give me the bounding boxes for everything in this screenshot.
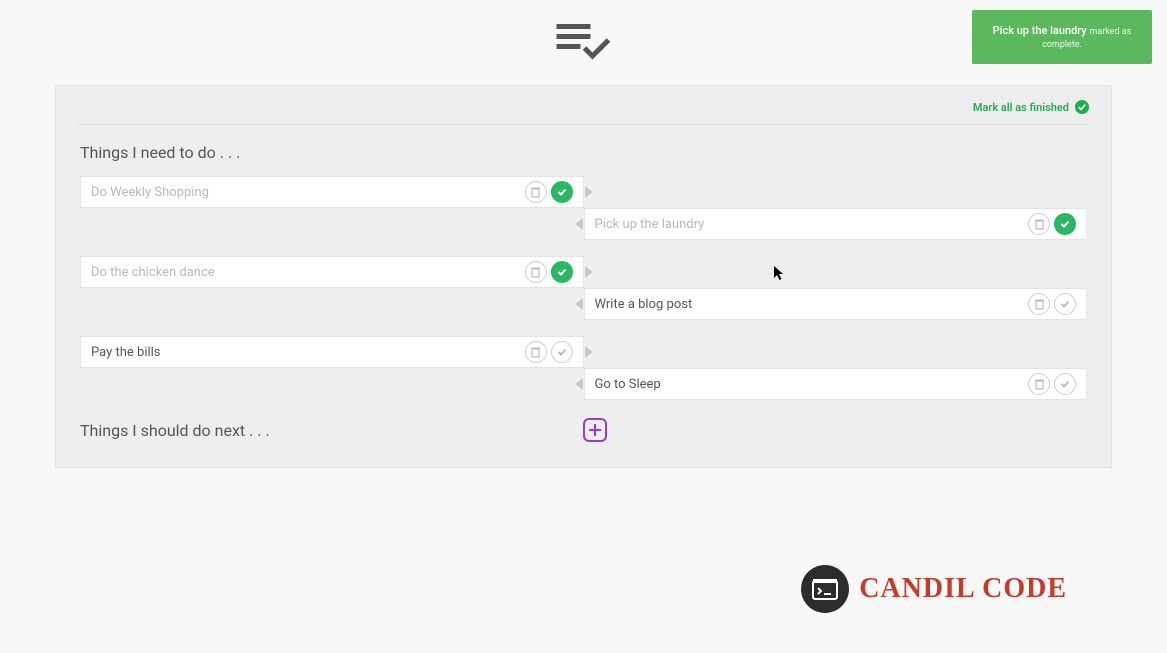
watermark: CANDIL CODE [801,565,1067,613]
todo-text: Do the chicken dance [91,265,521,280]
mark-all-label: Mark all as finished [973,101,1069,114]
check-icon[interactable] [1054,213,1076,235]
app-logo [556,22,611,62]
check-icon [1075,100,1089,114]
todo-item[interactable]: Do the chicken dance [80,256,584,288]
check-icon[interactable] [551,181,573,203]
todo-text: Do Weekly Shopping [91,185,521,200]
todo-text: Write a blog post [595,297,1025,312]
card-header: Mark all as finished [78,86,1089,125]
toast-title: Pick up the laundry [993,24,1087,37]
todo-columns: Do Weekly Shopping Do the chicken dance [56,176,1111,448]
todo-text: Pick up the laundry [595,217,1025,232]
arrow-right-icon [585,186,593,198]
todo-column-right: Pick up the laundry Write a blog post [584,176,1088,448]
todo-card: Mark all as finished Things I need to do… [55,85,1112,468]
delete-icon[interactable] [525,341,547,363]
delete-icon[interactable] [1028,293,1050,315]
plus-icon [588,423,602,437]
toast-notification: Pick up the laundry marked as complete. [972,10,1152,64]
watermark-logo-icon [801,565,849,613]
arrow-right-icon [585,266,593,278]
check-icon[interactable] [1054,293,1076,315]
todo-item[interactable]: Do Weekly Shopping [80,176,584,208]
heading-next: Things I should do next . . . [80,421,270,440]
heading-todo: Things I need to do . . . [80,143,1111,162]
todo-item[interactable]: Write a blog post [584,288,1088,320]
arrow-left-icon [575,378,583,390]
delete-icon[interactable] [525,181,547,203]
delete-icon[interactable] [525,261,547,283]
todo-item[interactable]: Go to Sleep [584,368,1088,400]
check-icon[interactable] [551,341,573,363]
check-icon[interactable] [1054,373,1076,395]
todo-item[interactable]: Pick up the laundry [584,208,1088,240]
arrow-left-icon [575,298,583,310]
delete-icon[interactable] [1028,373,1050,395]
todo-text: Go to Sleep [595,377,1025,392]
watermark-text: CANDIL CODE [859,573,1067,605]
check-icon[interactable] [551,261,573,283]
add-button[interactable] [583,418,607,442]
delete-icon[interactable] [1028,213,1050,235]
arrow-right-icon [585,346,593,358]
arrow-left-icon [575,218,583,230]
mark-all-button[interactable]: Mark all as finished [973,100,1089,114]
todo-text: Pay the bills [91,345,521,360]
todo-item[interactable]: Pay the bills [80,336,584,368]
todo-column-left: Do Weekly Shopping Do the chicken dance [80,176,584,448]
